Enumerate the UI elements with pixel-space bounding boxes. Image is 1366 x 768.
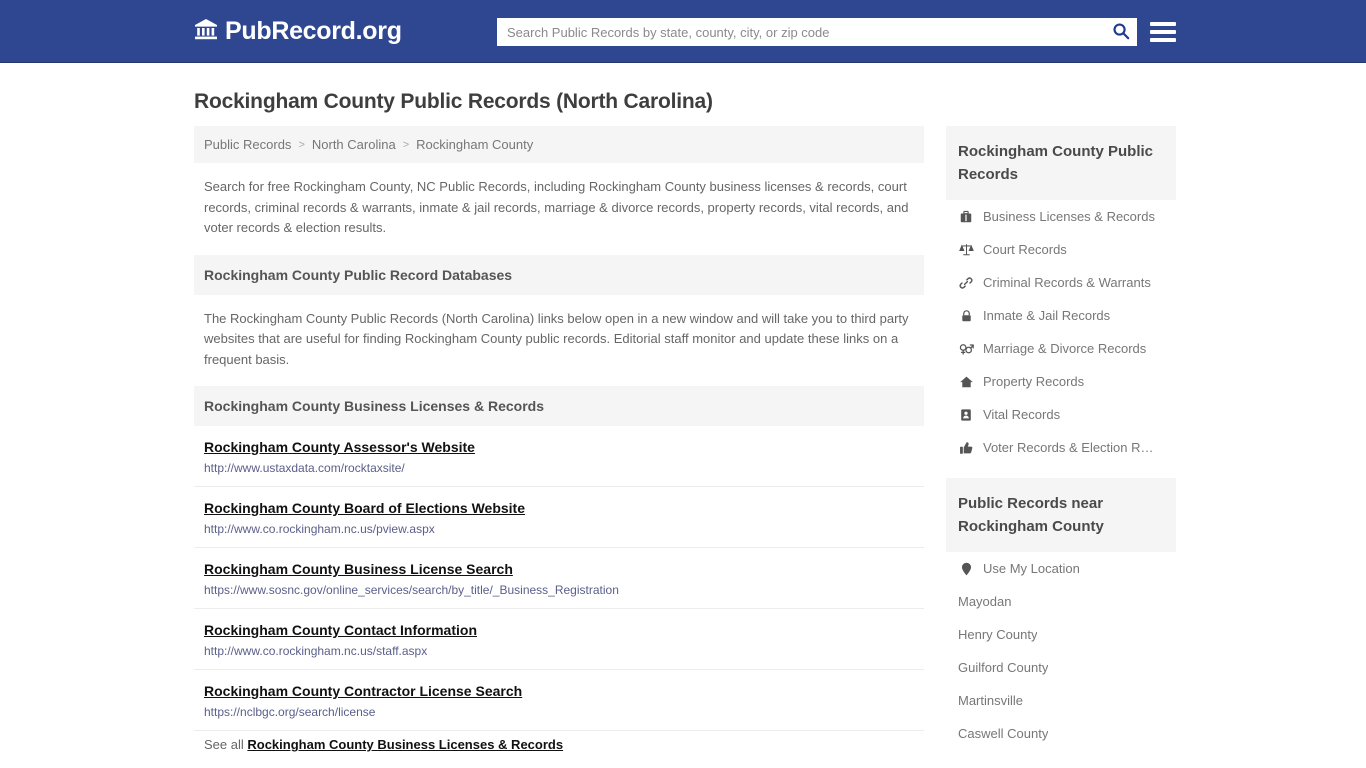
record-link-row: Rockingham County Assessor's Website htt… [194, 426, 924, 487]
sidebar-item-vital-records[interactable]: Vital Records [946, 398, 1176, 431]
intro-paragraph: Search for free Rockingham County, NC Pu… [204, 179, 909, 235]
sidebar-item-marriage-divorce-records[interactable]: Marriage & Divorce Records [946, 332, 1176, 365]
sidebar-item-label: Property Records [983, 374, 1085, 389]
databases-section-heading: Rockingham County Public Record Database… [194, 254, 924, 295]
sidebar-item-property-records[interactable]: Property Records [946, 365, 1176, 398]
record-link-title[interactable]: Rockingham County Contact Information [204, 622, 477, 638]
sidebar-item-martinsville[interactable]: Martinsville [946, 684, 1176, 717]
see-all-link[interactable]: Rockingham County Business Licenses & Re… [247, 737, 563, 752]
sidebar-item-mayodan[interactable]: Mayodan [946, 585, 1176, 618]
sidebar-item-label: Vital Records [983, 407, 1061, 422]
sidebar-item-label: Use My Location [983, 561, 1080, 576]
hamburger-menu-icon [1150, 21, 1176, 26]
nearby-panel-heading: Public Records near Rockingham County [946, 478, 1176, 552]
sidebar-item-use-my-location[interactable]: Use My Location [946, 552, 1176, 585]
chain-link-icon [958, 276, 974, 290]
hamburger-menu-icon [1150, 37, 1176, 42]
record-link-title[interactable]: Rockingham County Board of Elections Web… [204, 500, 525, 516]
record-link-title[interactable]: Rockingham County Business License Searc… [204, 561, 513, 577]
see-all-row: See all Rockingham County Business Licen… [194, 731, 924, 766]
thumbs-up-icon [958, 441, 974, 455]
chevron-right-icon: > [402, 138, 410, 151]
home-icon [958, 375, 974, 389]
sidebar-item-label: Marriage & Divorce Records [983, 341, 1147, 356]
breadcrumb-item-public-records[interactable]: Public Records [204, 137, 291, 152]
sidebar-item-business-licenses[interactable]: Business Licenses & Records [946, 200, 1176, 233]
sidebar-item-guilford-county[interactable]: Guilford County [946, 651, 1176, 684]
see-all-prefix: See all [204, 737, 244, 752]
brand-name: PubRecord.org [225, 16, 402, 45]
sidebar-item-label: Guilford County [958, 660, 1049, 675]
sidebar-item-henry-county[interactable]: Henry County [946, 618, 1176, 651]
record-link-row: Rockingham County Contractor License Sea… [194, 670, 924, 731]
hamburger-menu-icon [1150, 29, 1176, 34]
lock-icon [958, 309, 974, 323]
sidebar-item-label: Court Records [983, 242, 1067, 257]
record-link-row: Rockingham County Contact Information ht… [194, 609, 924, 670]
record-link-title[interactable]: Rockingham County Assessor's Website [204, 439, 475, 455]
search-button[interactable] [1105, 18, 1137, 46]
sidebar-item-voter-records[interactable]: Voter Records & Election R… [946, 431, 1176, 464]
breadcrumb: Public Records > North Carolina > Rockin… [194, 126, 924, 163]
sidebar-item-criminal-records[interactable]: Criminal Records & Warrants [946, 266, 1176, 299]
record-link-url: https://www.sosnc.gov/online_services/se… [204, 583, 619, 597]
chevron-right-icon: > [298, 138, 305, 151]
site-logo[interactable]: PubRecord.org [194, 17, 402, 46]
briefcase-icon [958, 210, 974, 224]
record-link-title[interactable]: Rockingham County Contractor License Sea… [204, 683, 522, 699]
sidebar: Rockingham County Public Records Busines… [946, 126, 1176, 764]
record-link-url: http://www.co.rockingham.nc.us/staff.asp… [204, 644, 428, 658]
venus-mars-icon [958, 342, 974, 356]
site-header: PubRecord.org [0, 0, 1366, 63]
page-container: Rockingham County Public Records (North … [0, 90, 1366, 766]
breadcrumb-item-north-carolina[interactable]: North Carolina [312, 137, 396, 152]
sidebar-item-label: Mayodan [958, 594, 1012, 609]
hamburger-menu-button[interactable] [1150, 17, 1176, 46]
page-title: Rockingham County Public Records (North … [194, 90, 713, 113]
sidebar-item-label: Voter Records & Election R… [983, 440, 1154, 455]
sidebar-item-inmate-jail-records[interactable]: Inmate & Jail Records [946, 299, 1176, 332]
breadcrumb-item-rockingham-county[interactable]: Rockingham County [416, 137, 533, 152]
id-card-icon [958, 408, 974, 422]
map-pin-icon [958, 562, 974, 576]
sidebar-item-label: Caswell County [958, 726, 1049, 741]
bank-building-icon [194, 17, 218, 46]
record-link-row: Rockingham County Business License Searc… [194, 548, 924, 609]
record-link-url: http://www.co.rockingham.nc.us/pview.asp… [204, 522, 435, 536]
main-content: Public Records > North Carolina > Rockin… [194, 126, 924, 766]
business-section-heading: Rockingham County Business Licenses & Re… [194, 386, 924, 426]
sidebar-item-label: Henry County [958, 627, 1038, 642]
sidebar-item-label: Criminal Records & Warrants [983, 275, 1151, 290]
record-link-row: Rockingham County Board of Elections Web… [194, 487, 924, 548]
search-bar[interactable] [497, 18, 1137, 46]
sidebar-item-label: Business Licenses & Records [983, 209, 1155, 224]
search-input[interactable] [497, 18, 1105, 46]
sidebar-item-caswell-county[interactable]: Caswell County [946, 717, 1176, 750]
records-panel-heading: Rockingham County Public Records [946, 126, 1176, 200]
record-link-url: https://nclbgc.org/search/license [204, 705, 376, 719]
search-icon [1112, 22, 1130, 43]
record-link-url: http://www.ustaxdata.com/rocktaxsite/ [204, 461, 405, 475]
content-columns: Public Records > North Carolina > Rockin… [194, 126, 1176, 766]
sidebar-item-label: Inmate & Jail Records [983, 308, 1111, 323]
sidebar-item-label: Martinsville [958, 693, 1024, 708]
sidebar-item-court-records[interactable]: Court Records [946, 233, 1176, 266]
nearby-panel: Public Records near Rockingham County Us… [946, 478, 1176, 750]
databases-paragraph: The Rockingham County Public Records (No… [204, 310, 909, 367]
records-panel: Rockingham County Public Records Busines… [946, 126, 1176, 464]
scales-of-justice-icon [958, 242, 974, 257]
